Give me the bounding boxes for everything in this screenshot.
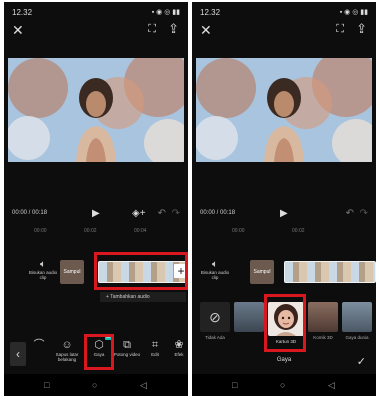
cover-label: Sampul — [253, 269, 271, 275]
effects-icon: ❀ — [174, 339, 184, 351]
undo-icon[interactable]: ↶ — [158, 208, 166, 219]
fullscreen-icon[interactable]: ⛶ — [336, 23, 344, 36]
tool-label: Sapus latar belakang — [55, 352, 79, 362]
video-frame-image — [196, 58, 372, 162]
timeline-track: 🔈︎ Bisukan audio clip Sampul — [192, 258, 376, 288]
timeline-ruler: 00:00 00:02 00:04 — [4, 228, 188, 236]
tool-item[interactable]: ⌒ — [24, 338, 54, 352]
video-preview — [8, 58, 184, 162]
fullscreen-icon[interactable]: ⛶ — [148, 23, 156, 36]
style-comic-3d[interactable]: Komik 3D — [308, 302, 338, 340]
style-option[interactable] — [234, 302, 264, 335]
none-icon: ⊘ — [200, 302, 230, 332]
cover-label: Sampul — [63, 269, 81, 275]
playback-controls: 00:00 / 00:18 ▶ ◈+ ↶ ↷ — [4, 208, 188, 222]
mute-clip-audio-button[interactable]: 🔈︎ Bisukan audio clip — [200, 259, 230, 281]
home-icon[interactable]: ○ — [92, 380, 97, 390]
top-bar: ✕ ⛶ ⇪ — [4, 20, 188, 42]
person-icon: ☺ — [61, 339, 73, 351]
tool-label: Efek — [174, 352, 184, 357]
recent-apps-icon[interactable]: □ — [232, 380, 237, 390]
right-screen: 12.32 ▪ ◉ ◎ ▮▮ ✕ ⛶ ⇪ 00:00 / 00:18 ▶ ↶ ↷… — [192, 2, 376, 396]
ruler-tick: 00:00 — [34, 228, 47, 234]
tool-label: Potong video — [113, 352, 141, 357]
style-label: Gaya dunia — [345, 335, 369, 340]
mute-clip-audio-button[interactable]: 🔈︎ Bisukan audio clip — [28, 259, 58, 281]
highlight-box — [84, 334, 114, 370]
video-preview — [196, 58, 372, 162]
playback-controls: 00:00 / 00:18 ▶ ↶ ↷ — [192, 208, 376, 222]
status-bar: 12.32 ▪ ◉ ◎ ▮▮ — [200, 6, 368, 18]
redo-icon[interactable]: ↷ — [360, 208, 368, 219]
play-icon[interactable]: ▶ — [280, 208, 288, 219]
style-world[interactable]: Gaya dunia — [342, 302, 372, 340]
undo-icon[interactable]: ↶ — [346, 208, 354, 219]
ruler-tick: 00:04 — [134, 228, 147, 234]
close-icon[interactable]: ✕ — [12, 22, 24, 39]
status-time: 12.32 — [12, 7, 33, 17]
tool-label: Edit — [151, 352, 159, 357]
style-none[interactable]: ⊘ Tidak Ada — [200, 302, 230, 340]
export-icon[interactable]: ⇪ — [168, 21, 179, 37]
add-audio-button[interactable]: + Tambahkan audio — [100, 292, 186, 302]
nav-back-icon[interactable]: ◁ — [140, 380, 147, 391]
recent-apps-icon[interactable]: □ — [44, 380, 49, 390]
redo-icon[interactable]: ↷ — [172, 208, 180, 219]
cover-thumbnail[interactable]: Sampul — [60, 260, 84, 284]
export-icon[interactable]: ⇪ — [356, 21, 367, 37]
timecode: 00:00 / 00:18 — [200, 210, 236, 216]
cover-thumbnail[interactable]: Sampul — [250, 260, 274, 284]
status-icons: ▪ ◉ ◎ ▮▮ — [151, 9, 180, 16]
tool-icon: ⌒ — [33, 339, 45, 351]
tool-remove-background[interactable]: ☺ Sapus latar belakang — [52, 338, 82, 362]
highlight-box — [264, 294, 306, 352]
ruler-tick: 00:02 — [84, 228, 97, 234]
style-label: Tidak Ada — [205, 335, 225, 340]
ruler-tick: 00:00 — [232, 228, 245, 234]
style-thumbnail — [308, 302, 338, 332]
style-label: Komik 3D — [313, 335, 333, 340]
mute-label: Bisukan audio clip — [200, 270, 230, 280]
status-icons: ▪ ◉ ◎ ▮▮ — [339, 9, 368, 16]
confirm-icon[interactable]: ✓ — [357, 355, 366, 368]
status-bar: 12.32 ▪ ◉ ◎ ▮▮ — [12, 6, 180, 18]
keyframe-icon[interactable]: ◈+ — [132, 208, 146, 219]
speaker-icon: 🔈︎ — [40, 259, 46, 270]
home-icon[interactable]: ○ — [280, 380, 285, 390]
ruler-tick: 00:02 — [292, 228, 305, 234]
system-nav-bar: □ ○ ◁ — [4, 374, 188, 396]
top-bar: ✕ ⛶ ⇪ — [192, 20, 376, 42]
tool-effects[interactable]: ❀ Efek — [164, 338, 188, 357]
style-thumbnail — [342, 302, 372, 332]
status-time: 12.32 — [200, 7, 221, 17]
video-clip[interactable] — [284, 261, 376, 283]
speaker-icon: 🔈︎ — [212, 259, 218, 270]
system-nav-bar: □ ○ ◁ — [192, 374, 376, 396]
nav-back-icon[interactable]: ◁ — [328, 380, 335, 391]
left-screen: 12.32 ▪ ◉ ◎ ▮▮ ✕ ⛶ ⇪ 00:00 / 00:18 ▶ ◈+ … — [4, 2, 188, 396]
style-thumbnail — [234, 302, 264, 332]
timecode: 00:00 / 00:18 — [12, 210, 48, 216]
tool-cut-video[interactable]: ⧉ Potong video — [112, 338, 142, 357]
crop-icon: ⧉ — [123, 339, 131, 351]
mute-label: Bisukan audio clip — [28, 270, 58, 280]
timeline-ruler: 00:00 00:02 — [192, 228, 376, 236]
video-frame-image — [8, 58, 184, 162]
panel-title: Gaya — [276, 357, 292, 363]
play-icon[interactable]: ▶ — [92, 208, 100, 219]
close-icon[interactable]: ✕ — [200, 22, 212, 39]
highlight-box — [94, 252, 188, 290]
